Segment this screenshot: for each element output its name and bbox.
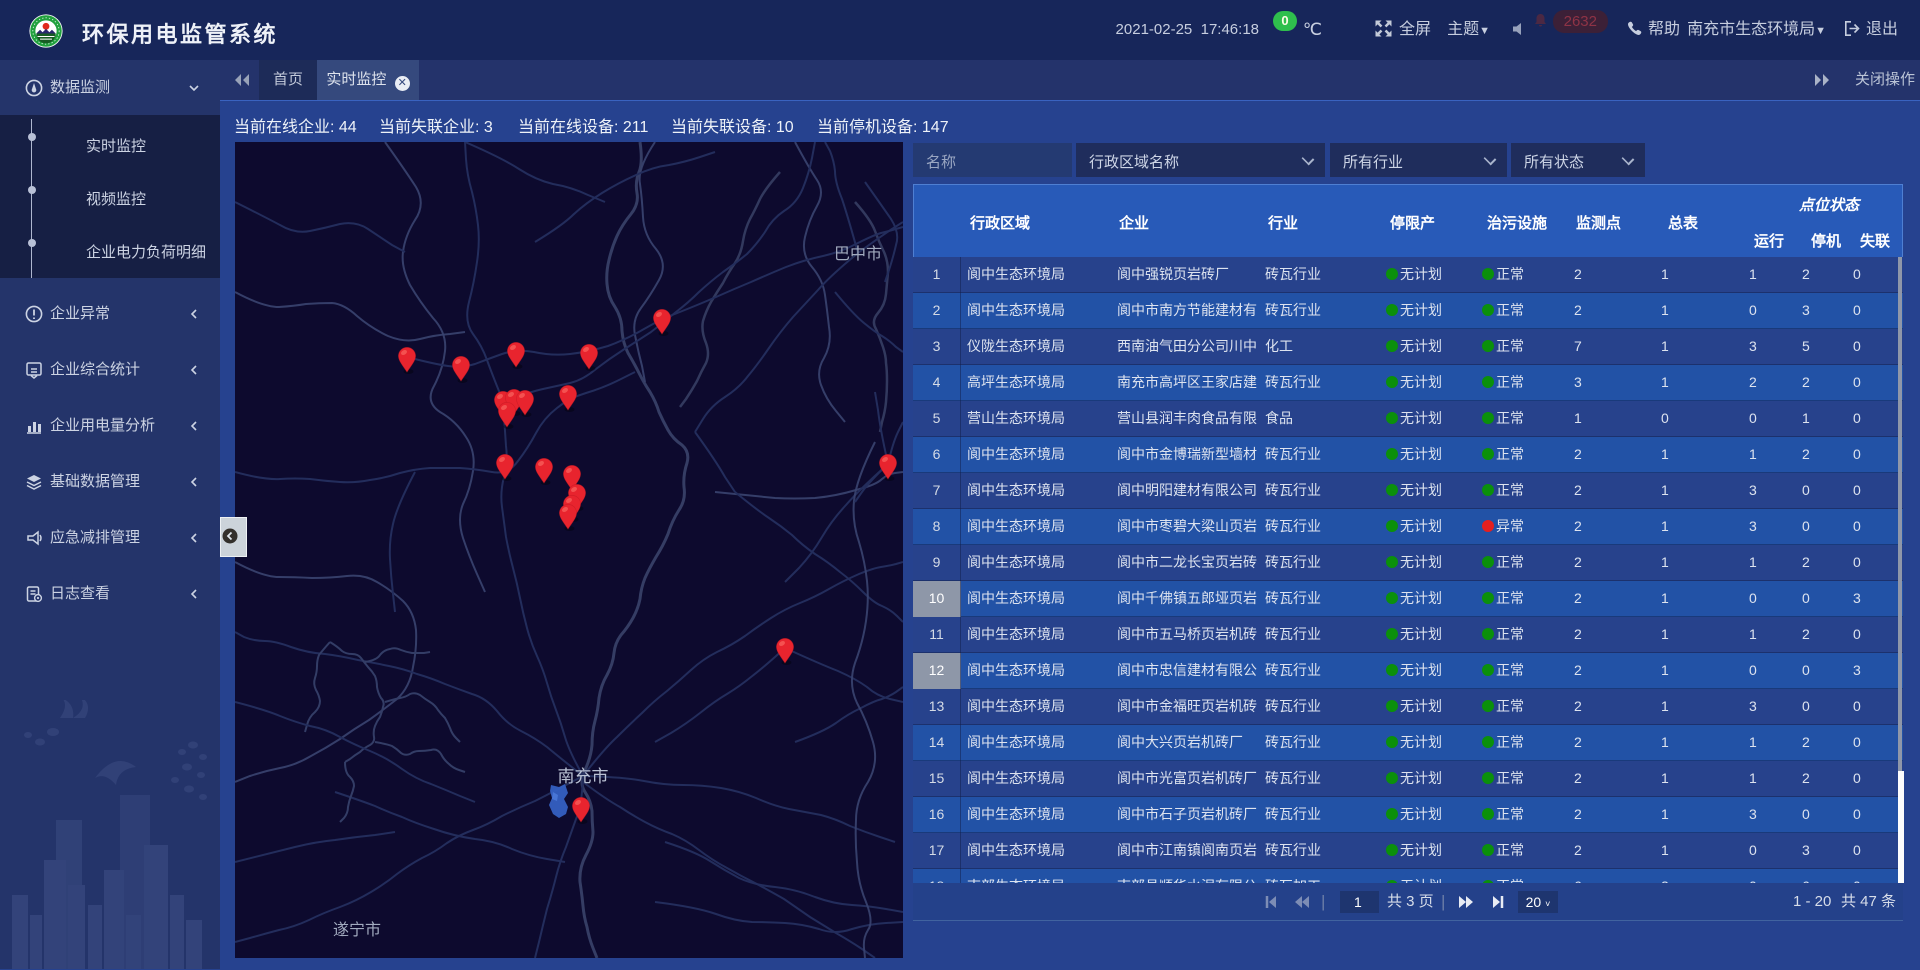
svg-text:巴中市: 巴中市 [834,245,882,263]
svg-text:南充市: 南充市 [558,767,609,786]
svg-text:遂宁市: 遂宁市 [333,921,381,939]
